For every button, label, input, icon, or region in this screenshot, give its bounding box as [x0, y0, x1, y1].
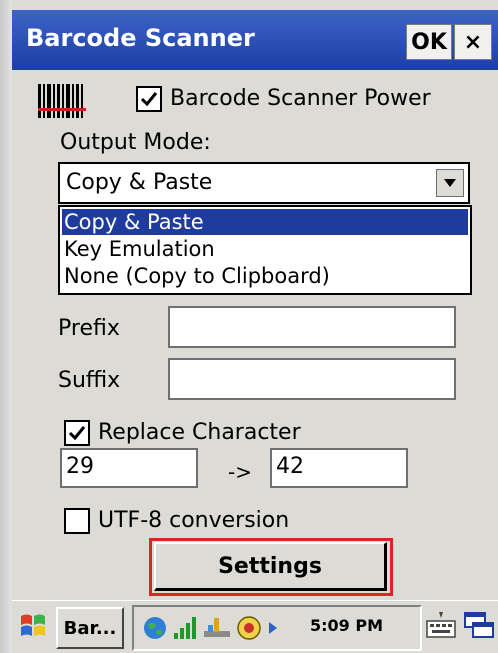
window-title: Barcode Scanner — [26, 24, 255, 52]
power-label: Barcode Scanner Power — [170, 86, 431, 111]
left-frame — [0, 0, 12, 653]
utf8-label: UTF-8 conversion — [98, 508, 290, 533]
replace-from-input[interactable]: 29 — [60, 448, 198, 488]
settings-button[interactable]: Settings — [154, 542, 387, 591]
option-none-clipboard[interactable]: None (Copy to Clipboard) — [62, 263, 468, 289]
expand-arrow-icon[interactable] — [268, 621, 278, 635]
ok-button[interactable]: OK — [406, 24, 452, 60]
replace-character-checkbox[interactable] — [64, 420, 90, 446]
taskbar-app-button[interactable]: Bar... — [56, 607, 124, 649]
power-checkbox[interactable] — [136, 86, 162, 112]
usb-connection-icon[interactable] — [202, 615, 232, 641]
globe-icon[interactable] — [142, 615, 168, 641]
app-window: Barcode Scanner OK × Barcode Scanner Pow… — [12, 0, 498, 653]
dropdown-arrow-button[interactable] — [436, 169, 464, 197]
chevron-down-icon — [444, 179, 456, 187]
output-mode-value: Copy & Paste — [66, 170, 213, 195]
title-bar: Barcode Scanner OK × — [12, 10, 498, 70]
window-switcher-icon[interactable] — [462, 609, 496, 643]
utf8-checkbox[interactable] — [64, 508, 90, 534]
close-button[interactable]: × — [454, 24, 492, 60]
signal-strength-icon[interactable] — [172, 615, 198, 641]
keyboard-icon[interactable] — [424, 609, 458, 643]
replace-to-value: 42 — [276, 454, 304, 479]
start-flag-icon[interactable] — [18, 611, 48, 641]
option-key-emulation[interactable]: Key Emulation — [62, 236, 468, 262]
output-mode-select[interactable]: Copy & Paste — [58, 162, 470, 204]
output-mode-label: Output Mode: — [60, 130, 211, 155]
prefix-label: Prefix — [58, 316, 120, 341]
option-copy-paste[interactable]: Copy & Paste — [62, 209, 468, 235]
replace-to-input[interactable]: 42 — [270, 448, 408, 488]
taskbar: Bar... 5:09 PM — [12, 600, 498, 653]
output-mode-options: Copy & Paste Key Emulation None (Copy to… — [58, 205, 472, 295]
checkmark-icon — [68, 426, 86, 441]
barcode-icon — [38, 84, 86, 118]
prefix-input[interactable] — [168, 306, 456, 348]
sync-icon[interactable] — [236, 615, 264, 641]
checkmark-icon — [140, 92, 158, 107]
replace-from-value: 29 — [66, 454, 94, 479]
clock[interactable]: 5:09 PM — [310, 616, 383, 635]
system-tray: 5:09 PM — [132, 605, 422, 651]
suffix-input[interactable] — [168, 358, 456, 400]
replace-character-label: Replace Character — [98, 420, 301, 445]
replace-arrow: -> — [228, 460, 252, 484]
suffix-label: Suffix — [58, 368, 121, 393]
